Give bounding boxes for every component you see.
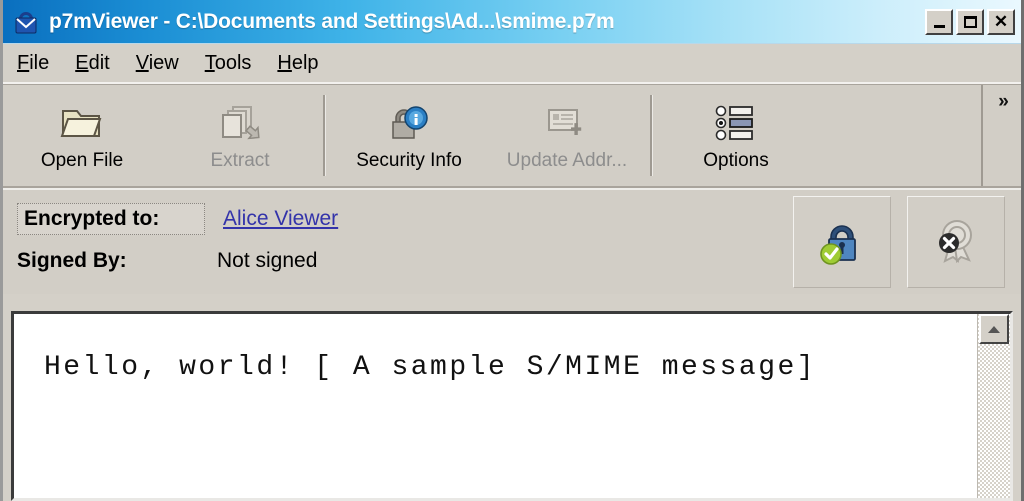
message-text: Hello, world! [ A sample S/MIME message] <box>44 352 817 383</box>
menu-label-view: iew <box>148 51 179 74</box>
certificate-seal-x-icon <box>927 211 985 274</box>
info-row-encrypted-to: Encrypted to: Alice Viewer <box>17 198 793 240</box>
menu-label-help: elp <box>291 51 319 74</box>
toolbar-label-security-info: Security Info <box>356 149 462 171</box>
toolbar-label-update-addr: Update Addr... <box>506 149 628 171</box>
menu-accel-view: V <box>135 51 149 74</box>
open-folder-icon <box>59 100 105 146</box>
menu-item-edit[interactable]: Edit <box>75 50 123 77</box>
message-text-container[interactable]: Hello, world! [ A sample S/MIME message] <box>14 314 977 498</box>
menu-item-tools[interactable]: Tools <box>205 50 266 77</box>
menu-item-help[interactable]: Help <box>277 50 332 77</box>
maximize-button[interactable] <box>956 8 984 35</box>
menu-item-view[interactable]: View <box>136 50 193 77</box>
close-icon: ✕ <box>993 12 1009 31</box>
info-row-signed-by: Signed By: Not signed <box>17 240 793 282</box>
minimize-icon <box>933 24 945 28</box>
menu-accel-file: F <box>17 51 30 74</box>
toolbar-button-options[interactable]: Options <box>657 85 815 186</box>
options-list-icon <box>713 100 759 146</box>
toolbar-separator-1 <box>323 95 326 176</box>
toolbar-button-open-file[interactable]: Open File <box>3 85 161 186</box>
toolbar-separator-2 <box>650 95 653 176</box>
menu-item-file[interactable]: File <box>17 50 63 77</box>
menu-bar: File Edit View Tools Help <box>3 44 1021 84</box>
encryption-status-button[interactable] <box>793 196 891 288</box>
toolbar-button-update-addr[interactable]: Update Addr... <box>488 85 646 186</box>
window-title: p7mViewer - C:\Documents and Settings\Ad… <box>49 9 615 33</box>
vertical-scrollbar[interactable] <box>977 314 1010 498</box>
toolbar-overflow-button[interactable]: » <box>981 85 1021 186</box>
signed-by-label: Signed By: <box>17 249 127 272</box>
info-rows: Encrypted to: Alice Viewer Signed By: No… <box>3 190 793 282</box>
chevron-double-right-icon: » <box>998 91 1008 112</box>
menu-label-file: ile <box>29 51 50 74</box>
p7mviewer-window: p7mViewer - C:\Documents and Settings\Ad… <box>0 0 1024 501</box>
title-bar-left: p7mViewer - C:\Documents and Settings\Ad… <box>13 9 925 35</box>
signature-status-button[interactable] <box>907 196 1005 288</box>
encrypted-to-label: Encrypted to: <box>17 203 205 235</box>
toolbar-button-security-info[interactable]: Security Info <box>330 85 488 186</box>
title-bar[interactable]: p7mViewer - C:\Documents and Settings\Ad… <box>3 0 1021 44</box>
extract-pages-icon <box>217 100 263 146</box>
toolbar: Open File Extract Security Info Update A… <box>3 84 1021 188</box>
toolbar-label-extract: Extract <box>210 149 270 171</box>
window-controls: ✕ <box>925 8 1015 35</box>
encrypted-to-link[interactable]: Alice Viewer <box>223 207 338 231</box>
signed-by-value: Not signed <box>217 249 318 272</box>
chevron-up-icon <box>988 325 1000 333</box>
maximize-icon <box>963 15 977 28</box>
message-body-area: Hello, world! [ A sample S/MIME message] <box>11 311 1013 501</box>
toolbar-label-open-file: Open File <box>40 149 124 171</box>
minimize-button[interactable] <box>925 8 953 35</box>
security-info-panel: Encrypted to: Alice Viewer Signed By: No… <box>3 188 1021 294</box>
menu-accel-help: H <box>277 51 292 74</box>
lock-info-icon <box>386 100 432 146</box>
menu-accel-tools: T <box>204 51 215 74</box>
toolbar-button-extract[interactable]: Extract <box>161 85 319 186</box>
menu-accel-edit: E <box>75 51 89 74</box>
toolbar-label-options: Options <box>703 149 769 171</box>
menu-label-edit: dit <box>88 51 110 74</box>
menu-label-tools: ools <box>214 51 252 74</box>
padlock-valid-icon <box>813 211 871 274</box>
envelope-lock-icon <box>13 9 39 35</box>
scroll-up-button[interactable] <box>979 314 1009 344</box>
close-button[interactable]: ✕ <box>987 8 1015 35</box>
address-card-plus-icon <box>544 100 590 146</box>
status-buttons <box>793 190 1021 288</box>
